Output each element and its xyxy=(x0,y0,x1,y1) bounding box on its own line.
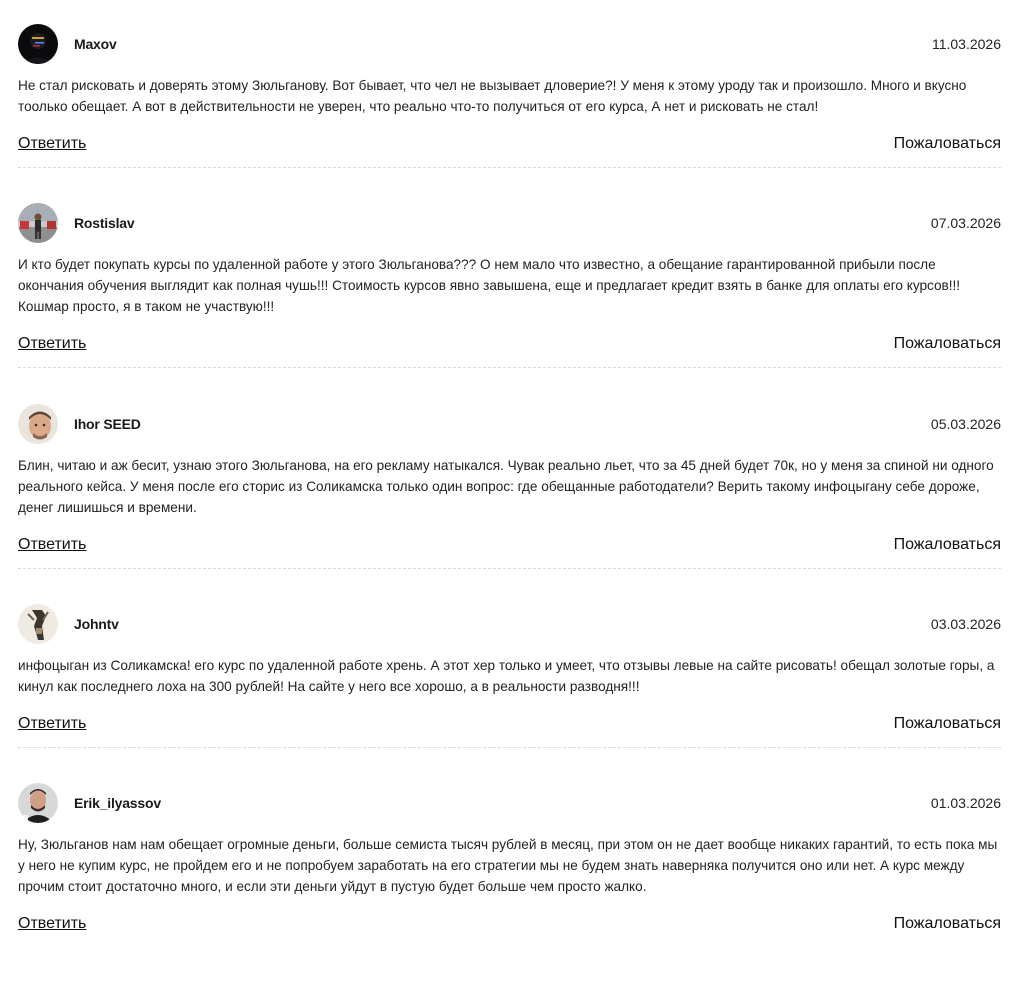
comment-actions: Ответить Пожаловаться xyxy=(18,897,1001,947)
comment-header: Rostislav 07.03.2026 xyxy=(18,168,1001,243)
comment-item: Erik_ilyassov 01.03.2026 Ну, Зюльганов н… xyxy=(18,748,1001,947)
comment-header: Erik_ilyassov 01.03.2026 xyxy=(18,748,1001,823)
comment-text: Блин, читаю и аж бесит, узнаю этого Зюль… xyxy=(18,458,994,515)
comment-author: Maxov xyxy=(74,36,117,52)
comment-text: И кто будет покупать курсы по удаленной … xyxy=(18,257,961,314)
comment-actions: Ответить Пожаловаться xyxy=(18,317,1001,367)
reply-button[interactable]: Ответить xyxy=(18,536,86,554)
comment-text: Не стал рисковать и доверять этому Зюльг… xyxy=(18,78,967,114)
comment-author: Erik_ilyassov xyxy=(74,795,161,811)
report-button[interactable]: Пожаловаться xyxy=(894,536,1001,554)
comment-item: Johntv 03.03.2026 инфоцыган из Соликамск… xyxy=(18,569,1001,748)
comment-author: Johntv xyxy=(74,616,119,632)
comment-actions: Ответить Пожаловаться xyxy=(18,697,1001,747)
user-avatar-street[interactable] xyxy=(18,203,58,243)
comment-actions: Ответить Пожаловаться xyxy=(18,117,1001,167)
report-button[interactable]: Пожаловаться xyxy=(894,915,1001,933)
reply-button[interactable]: Ответить xyxy=(18,135,86,153)
reply-button[interactable]: Ответить xyxy=(18,335,86,353)
comment-actions: Ответить Пожаловаться xyxy=(18,518,1001,568)
comment-author: Ihor SEED xyxy=(74,416,141,432)
reply-button[interactable]: Ответить xyxy=(18,915,86,933)
comment-header: Ihor SEED 05.03.2026 xyxy=(18,368,1001,444)
comment-text: Ну, Зюльганов нам нам обещает огромные д… xyxy=(18,837,998,894)
comment-item: Maxov 11.03.2026 Не стал рисковать и дов… xyxy=(18,0,1001,168)
comment-date: 07.03.2026 xyxy=(930,215,1001,231)
reply-button[interactable]: Ответить xyxy=(18,715,86,733)
user-avatar-portrait[interactable] xyxy=(18,783,58,823)
report-button[interactable]: Пожаловаться xyxy=(894,715,1001,733)
comment-date: 05.03.2026 xyxy=(930,416,1001,432)
user-avatar-dark[interactable] xyxy=(18,24,58,64)
comment-item: Ihor SEED 05.03.2026 Блин, читаю и аж бе… xyxy=(18,368,1001,569)
report-button[interactable]: Пожаловаться xyxy=(894,135,1001,153)
comment-date: 01.03.2026 xyxy=(930,795,1001,811)
comments-list: Maxov 11.03.2026 Не стал рисковать и дов… xyxy=(0,0,1018,947)
user-avatar-face[interactable] xyxy=(18,404,58,444)
comment-header: Maxov 11.03.2026 xyxy=(18,0,1001,64)
comment-header: Johntv 03.03.2026 xyxy=(18,569,1001,644)
comment-author: Rostislav xyxy=(74,215,135,231)
report-button[interactable]: Пожаловаться xyxy=(894,335,1001,353)
user-avatar-figure[interactable] xyxy=(18,604,58,644)
comment-date: 03.03.2026 xyxy=(930,616,1001,632)
comment-item: Rostislav 07.03.2026 И кто будет покупат… xyxy=(18,168,1001,368)
comment-text: инфоцыган из Соликамска! его курс по уда… xyxy=(18,658,995,694)
comment-date: 11.03.2026 xyxy=(931,36,1001,52)
